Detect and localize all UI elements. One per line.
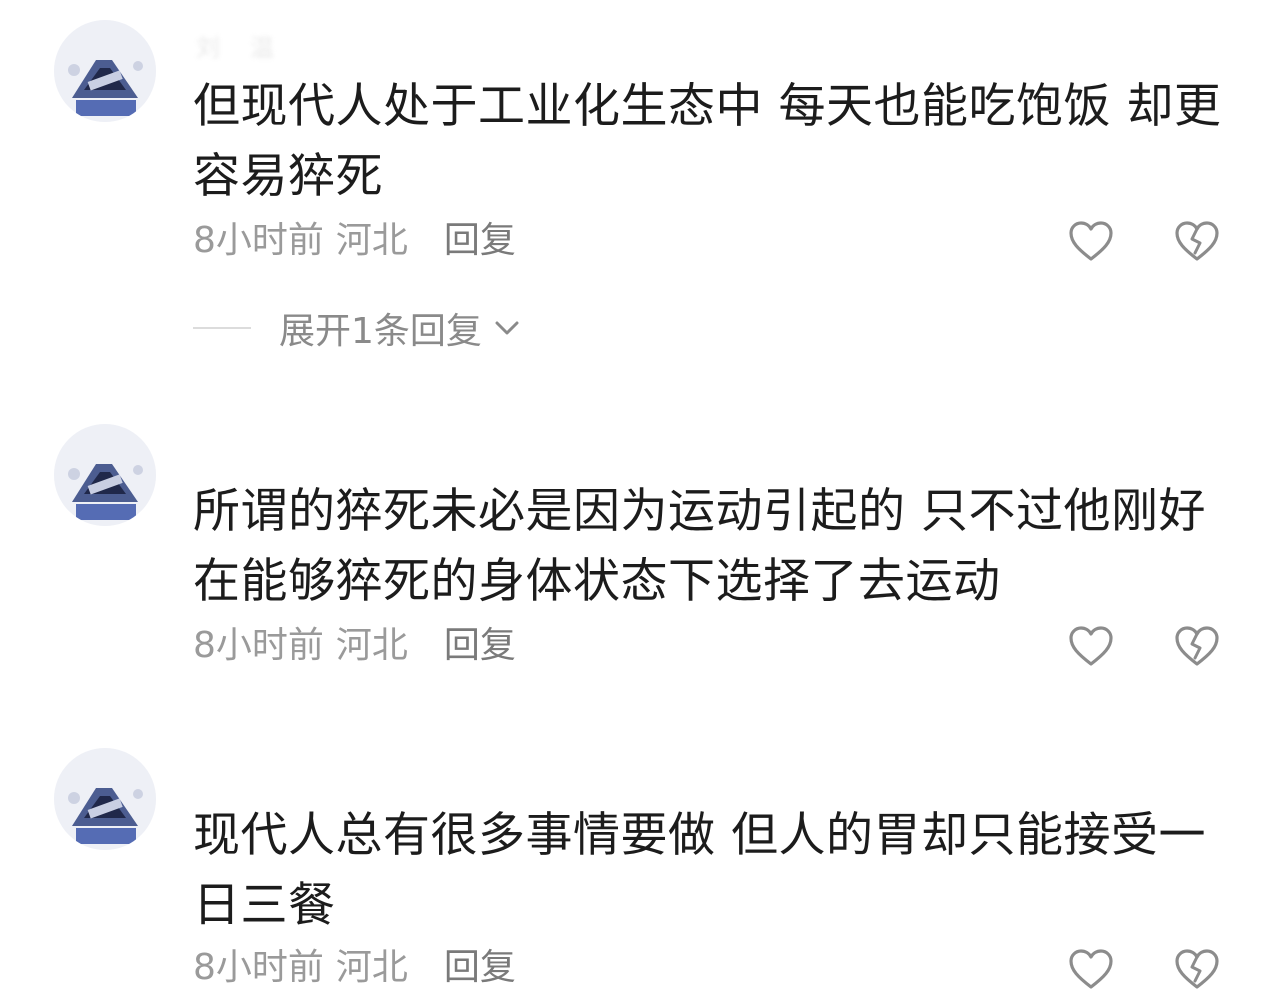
broken-heart-icon[interactable] [1174,948,1220,990]
comment-time: 8小时前 [193,947,324,988]
comment-location: 河北 [335,947,408,988]
avatar-image [54,424,156,526]
user-avatar[interactable] [54,748,156,850]
user-avatar[interactable] [54,20,156,122]
expand-replies-button[interactable]: 展开1条回复 [193,306,520,352]
reply-button[interactable]: 回复 [444,220,516,261]
comment-location: 河北 [335,625,408,666]
username[interactable] [196,436,406,466]
comment-text: 所谓的猝死未必是因为运动引起的 只不过他刚好在能够猝死的身体状态下选择了去运动 [193,484,1206,609]
heart-outline-icon[interactable] [1068,948,1114,990]
expand-divider [193,327,251,329]
expand-replies-label: 展开1条回复 [279,311,482,352]
comment-time: 8小时前 [193,625,324,666]
reply-button[interactable]: 回复 [444,947,516,988]
comment-text: 但现代人处于工业化生态中 每天也能吃饱饭 却更容易猝死 [193,79,1222,204]
username[interactable] [196,762,406,792]
comment-meta: 8小时前 河北 回复 [193,219,516,263]
comment-meta: 8小时前 河北 回复 [193,624,516,668]
broken-heart-icon[interactable] [1174,220,1220,262]
user-avatar[interactable] [54,424,156,526]
heart-outline-icon[interactable] [1068,625,1114,667]
heart-outline-icon[interactable] [1068,220,1114,262]
comment-text: 现代人总有很多事情要做 但人的胃却只能接受一日三餐 [193,808,1206,933]
avatar-image [54,748,156,850]
username[interactable]: 刘__温 [196,28,406,58]
reply-button[interactable]: 回复 [444,625,516,666]
broken-heart-icon[interactable] [1174,625,1220,667]
comment-time: 8小时前 [193,220,324,261]
comment-location: 河北 [335,220,408,261]
chevron-down-icon [495,321,519,335]
comment-meta: 8小时前 河北 回复 [193,946,516,990]
avatar-image [54,20,156,122]
